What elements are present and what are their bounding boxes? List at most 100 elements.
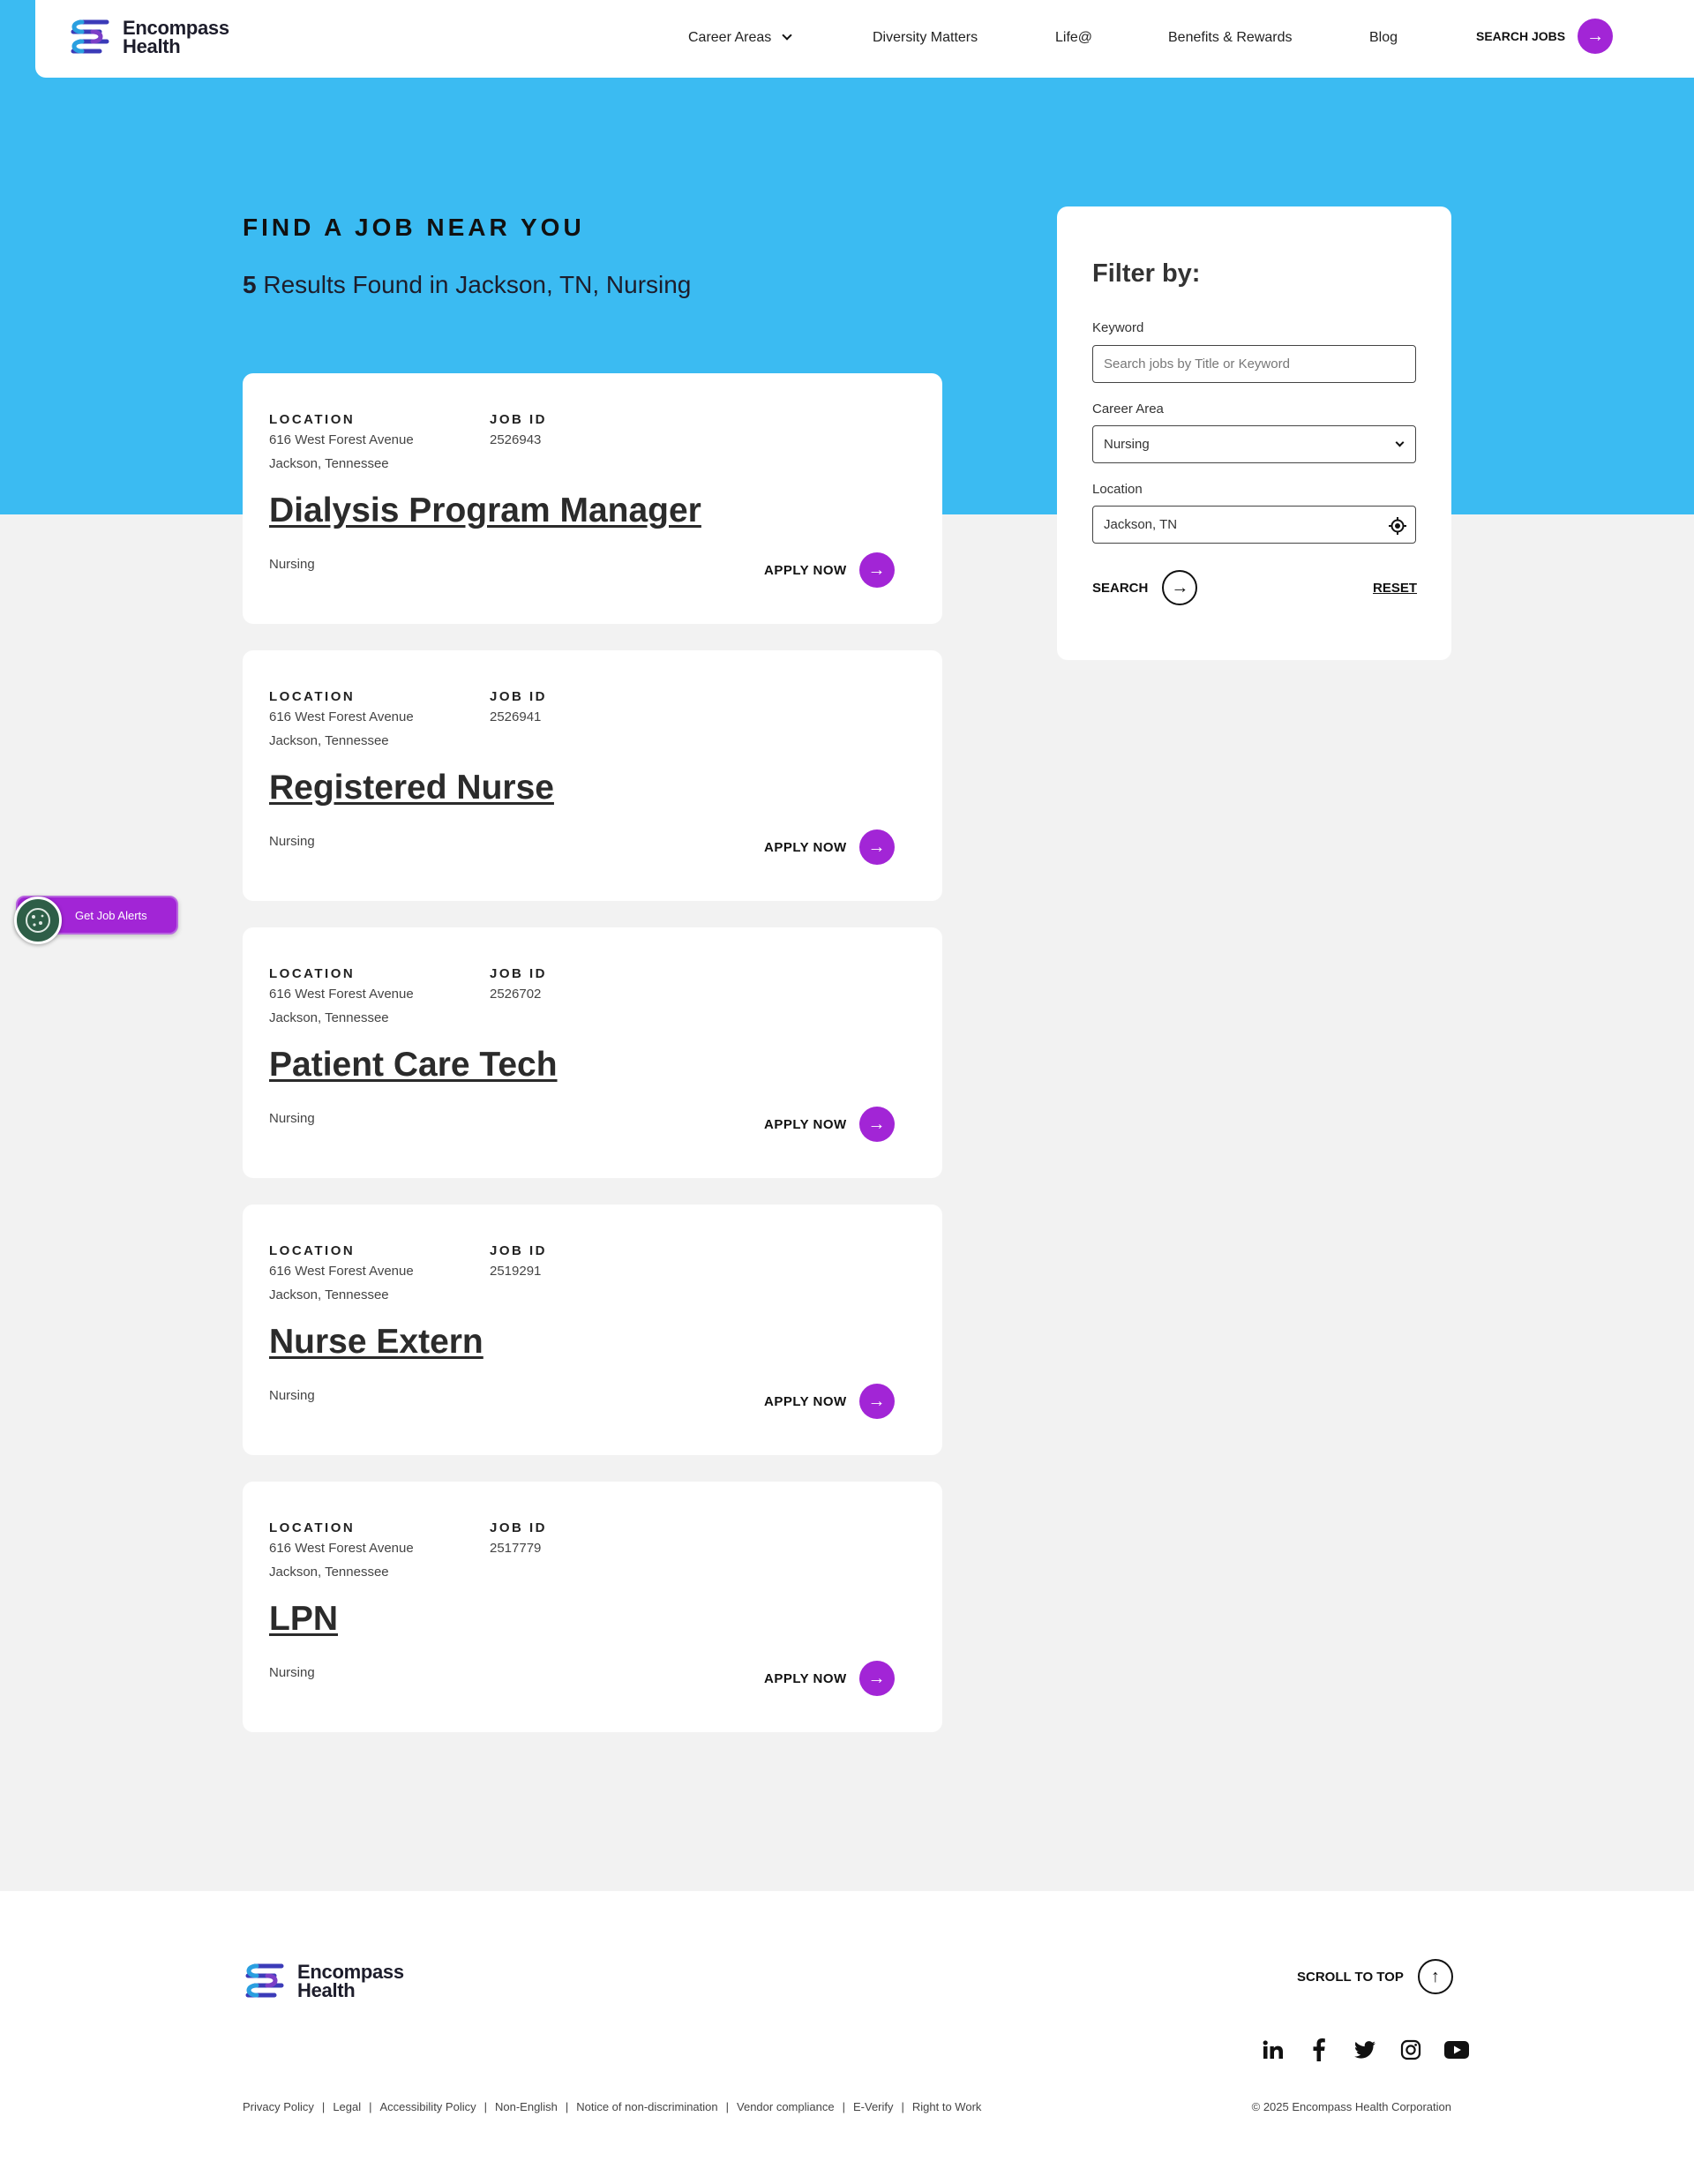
apply-now-button[interactable]: APPLY NOW →: [764, 552, 895, 588]
job-id-label: JOB ID: [490, 1520, 548, 1535]
job-location: 616 West Forest Avenue Jackson, Tennessee: [269, 709, 414, 748]
logo-mark-icon: [245, 1963, 284, 1998]
job-id: 2519291: [490, 1264, 542, 1279]
site-footer: Encompass Health SCROLL TO TOP ↑ Privacy…: [0, 1891, 1694, 2184]
job-location: 616 West Forest Avenue Jackson, Tennessee: [269, 1264, 414, 1302]
chevron-down-icon: [1395, 438, 1405, 447]
accessibility-policy-link[interactable]: Accessibility Policy: [380, 2100, 476, 2113]
nav-career-areas[interactable]: Career Areas: [688, 30, 792, 46]
job-card: LOCATION JOB ID 616 West Forest Avenue Ja…: [243, 1482, 942, 1732]
location-input[interactable]: Jackson, TN: [1092, 506, 1416, 544]
nav-career-areas-label: Career Areas: [688, 30, 772, 45]
nav-life-at[interactable]: Life@: [1055, 30, 1092, 46]
arrow-right-icon: →: [1578, 19, 1614, 54]
footer-links: Privacy Policy | Legal | Accessibility Pol…: [243, 2100, 982, 2113]
apply-now-button[interactable]: APPLY NOW →: [764, 829, 895, 865]
facebook-icon[interactable]: [1296, 2037, 1342, 2063]
page-title: FIND A JOB NEAR YOU: [243, 214, 585, 241]
job-category: Nursing: [269, 1388, 315, 1403]
e-verify-link[interactable]: E-Verify: [853, 2100, 894, 2113]
career-area-select[interactable]: Nursing: [1092, 425, 1416, 463]
cookie-icon: [26, 908, 50, 933]
nav-diversity-matters[interactable]: Diversity Matters: [873, 30, 978, 46]
job-title-link[interactable]: Registered Nurse: [269, 769, 554, 807]
filter-panel: Filter by: Keyword Search jobs by Title …: [1057, 206, 1451, 660]
location-label: Location: [1092, 482, 1143, 497]
job-card: LOCATION JOB ID 616 West Forest Avenue Ja…: [243, 1205, 942, 1455]
instagram-icon[interactable]: [1388, 2037, 1434, 2063]
youtube-icon[interactable]: [1434, 2037, 1480, 2063]
job-title-link[interactable]: LPN: [269, 1600, 338, 1639]
arrow-right-icon: →: [858, 552, 895, 588]
job-title-link[interactable]: Nurse Extern: [269, 1323, 483, 1362]
job-location: 616 West Forest Avenue Jackson, Tennessee: [269, 1541, 414, 1580]
job-id: 2526941: [490, 709, 542, 724]
legal-link[interactable]: Legal: [333, 2100, 361, 2113]
nav-benefits-rewards[interactable]: Benefits & Rewards: [1168, 30, 1293, 46]
logo-mark-icon: [71, 19, 109, 54]
apply-now-label: APPLY NOW: [764, 562, 847, 578]
apply-now-label: APPLY NOW: [764, 1670, 847, 1686]
apply-now-button[interactable]: APPLY NOW →: [764, 1384, 895, 1419]
job-card: LOCATION JOB ID 616 West Forest Avenue Ja…: [243, 650, 942, 901]
job-id: 2526702: [490, 987, 542, 1002]
logo-wordmark: Encompass Health: [123, 17, 229, 57]
privacy-policy-link[interactable]: Privacy Policy: [243, 2100, 314, 2113]
job-id-label: JOB ID: [490, 689, 548, 704]
apply-now-label: APPLY NOW: [764, 1116, 847, 1132]
location-label: LOCATION: [269, 1243, 356, 1258]
site-header: Encompass Health Career Areas Diversity …: [35, 0, 1694, 78]
location-label: LOCATION: [269, 412, 356, 427]
apply-now-label: APPLY NOW: [764, 1393, 847, 1409]
career-area-label: Career Area: [1092, 402, 1164, 417]
non-english-link[interactable]: Non-English: [495, 2100, 558, 2113]
right-to-work-link[interactable]: Right to Work: [912, 2100, 982, 2113]
scroll-to-top-label: SCROLL TO TOP: [1297, 1969, 1404, 1985]
keyword-label: Keyword: [1092, 320, 1144, 335]
arrow-right-icon: →: [858, 1661, 895, 1696]
arrow-right-icon: →: [1162, 570, 1198, 605]
results-text: Results Found in Jackson, TN, Nursing: [263, 271, 692, 298]
twitter-icon[interactable]: [1342, 2037, 1388, 2063]
apply-now-button[interactable]: APPLY NOW →: [764, 1107, 895, 1142]
header-logo[interactable]: Encompass Health: [68, 15, 229, 59]
job-title-link[interactable]: Patient Care Tech: [269, 1046, 558, 1084]
apply-now-button[interactable]: APPLY NOW →: [764, 1661, 895, 1696]
job-card: LOCATION JOB ID 616 West Forest Avenue Ja…: [243, 927, 942, 1178]
linkedin-icon[interactable]: [1250, 2037, 1296, 2063]
search-jobs-button[interactable]: SEARCH JOBS →: [1476, 19, 1614, 54]
non-discrimination-link[interactable]: Notice of non-discrimination: [576, 2100, 717, 2113]
results-summary: 5 Results Found in Jackson, TN, Nursing: [243, 271, 691, 299]
arrow-up-icon: ↑: [1417, 1959, 1453, 1994]
logo-wordmark: Encompass Health: [297, 1961, 404, 2001]
career-area-value: Nursing: [1104, 437, 1150, 452]
location-label: LOCATION: [269, 689, 356, 704]
location-value: Jackson, TN: [1104, 517, 1178, 532]
job-location: 616 West Forest Avenue Jackson, Tennessee: [269, 987, 414, 1025]
location-label: LOCATION: [269, 966, 356, 981]
job-location: 616 West Forest Avenue Jackson, Tennessee: [269, 432, 414, 471]
job-category: Nursing: [269, 557, 315, 572]
job-category: Nursing: [269, 1665, 315, 1680]
cookie-settings-button[interactable]: [14, 897, 62, 944]
job-id: 2517779: [490, 1541, 542, 1556]
footer-logo[interactable]: Encompass Health: [243, 1959, 404, 2003]
filter-search-button[interactable]: SEARCH →: [1092, 570, 1198, 605]
social-links: [1250, 2037, 1480, 2063]
job-title-link[interactable]: Dialysis Program Manager: [269, 492, 701, 530]
arrow-right-icon: →: [858, 1107, 895, 1142]
search-jobs-label: SEARCH JOBS: [1476, 29, 1566, 43]
vendor-compliance-link[interactable]: Vendor compliance: [737, 2100, 835, 2113]
keyword-placeholder: Search jobs by Title or Keyword: [1104, 356, 1290, 372]
nav-blog[interactable]: Blog: [1369, 30, 1398, 46]
filter-reset-link[interactable]: RESET: [1373, 581, 1417, 596]
job-category: Nursing: [269, 834, 315, 849]
location-label: LOCATION: [269, 1520, 356, 1535]
job-id-label: JOB ID: [490, 412, 548, 427]
scroll-to-top-button[interactable]: SCROLL TO TOP ↑: [1297, 1959, 1453, 1994]
results-count: 5: [243, 271, 257, 298]
filter-search-label: SEARCH: [1092, 580, 1149, 596]
keyword-input[interactable]: Search jobs by Title or Keyword: [1092, 345, 1416, 383]
locate-me-icon[interactable]: [1388, 516, 1407, 536]
arrow-right-icon: →: [858, 829, 895, 865]
